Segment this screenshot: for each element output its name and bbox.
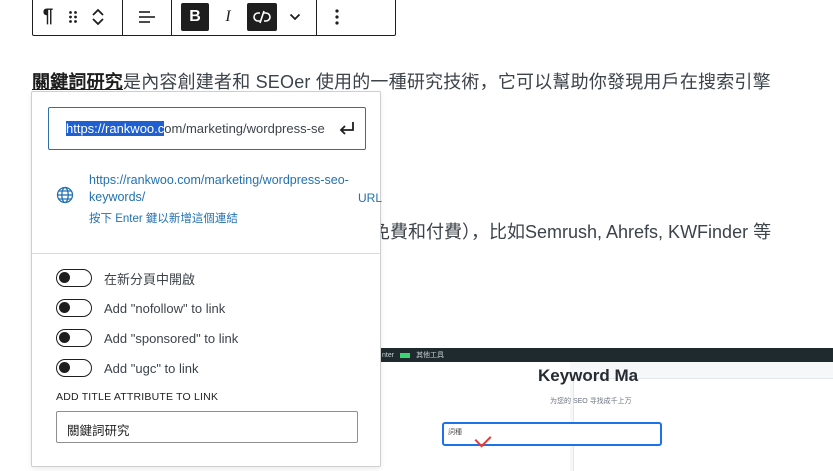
toggle-switch[interactable] — [56, 329, 92, 347]
url-input[interactable]: https://rankwoo.com/marketing/wordpress-… — [48, 107, 366, 150]
drag-handle[interactable] — [66, 3, 80, 31]
embed-status-badge — [400, 352, 411, 358]
toggle-label: Add "sponsored" to link — [104, 330, 239, 346]
bold-button[interactable]: B — [181, 3, 209, 31]
block-toolbar: ¶ B I — [32, 0, 396, 36]
paragraph-text-line2[interactable]: 免費和付費），比如Semrush, Ahrefs, KWFinder 等 — [372, 218, 771, 244]
title-attribute-label: ADD TITLE ATTRIBUTE TO LINK — [56, 391, 219, 403]
toggle-open-new-tab[interactable]: 在新分頁中開啟 — [56, 268, 195, 288]
paragraph-block-button[interactable]: ¶ — [36, 3, 60, 31]
unlink-icon — [253, 10, 271, 24]
url-selected-text: https://rankwoo.c — [66, 121, 165, 136]
format-group: B I — [172, 0, 310, 35]
chevron-down-icon — [289, 13, 301, 21]
url-rest-text: om/marketing/wordpress-se — [164, 121, 325, 136]
align-group — [123, 0, 171, 35]
embed-title: Keyword Ma — [538, 366, 639, 385]
toggle-switch[interactable] — [56, 359, 92, 377]
more-vertical-icon — [335, 9, 339, 25]
embed-topbar-text: 其他工具 — [416, 352, 445, 359]
linked-text[interactable]: 關鍵詞研究 — [32, 72, 123, 92]
embed-subtitle: 为您的 SEO 寻找成千上万 — [550, 398, 632, 405]
enter-icon — [339, 122, 354, 135]
paragraph-icon: ¶ — [42, 6, 54, 27]
chevron-down-icon — [92, 18, 104, 26]
toggle-label: Add "ugc" to link — [104, 360, 199, 376]
title-attribute-input[interactable]: 關鍵詞研究 — [56, 411, 358, 443]
suggestion-type: URL — [358, 191, 383, 205]
paragraph-rest: 是內容創建者和 SEOer 使用的一種研究技術，它可以幫助你發現用戶在搜索引擎 — [123, 72, 771, 92]
toggle-ugc[interactable]: Add "ugc" to link — [56, 358, 199, 378]
options-button[interactable] — [325, 3, 349, 31]
bold-label: B — [189, 8, 201, 25]
more-formats-button[interactable] — [283, 3, 307, 31]
toggle-label: 在新分頁中開啟 — [104, 271, 196, 287]
italic-label: I — [225, 8, 231, 25]
suggestion-hint: 按下 Enter 鍵以新增這個連結 — [89, 213, 238, 225]
toggle-sponsored[interactable]: Add "sponsored" to link — [56, 328, 238, 348]
embed-input: 詞種 — [442, 422, 662, 446]
globe-icon — [56, 186, 74, 209]
toggle-nofollow[interactable]: Add "nofollow" to link — [56, 298, 225, 318]
embedded-screenshot-image[interactable]: nter 其他工具 Keyword Ma 为您的 SEO 寻找成千上万 詞種 — [380, 348, 833, 471]
link-suggestion[interactable]: https://rankwoo.com/marketing/wordpress-… — [56, 172, 382, 232]
toggle-switch[interactable] — [56, 269, 92, 287]
options-group — [317, 0, 357, 35]
embed-topbar: nter 其他工具 — [380, 348, 833, 362]
toggle-label: Add "nofollow" to link — [104, 300, 226, 316]
url-input-value[interactable]: https://rankwoo.com/marketing/wordpress-… — [66, 121, 328, 136]
italic-button[interactable]: I — [215, 3, 241, 31]
link-popover: https://rankwoo.com/marketing/wordpress-… — [31, 91, 382, 467]
unlink-button[interactable] — [247, 3, 277, 31]
chevron-up-icon — [92, 8, 104, 16]
toggle-switch[interactable] — [56, 299, 92, 317]
embed-topbar-text: nter — [382, 351, 395, 359]
submit-link-button[interactable] — [338, 120, 356, 141]
suggestion-url: https://rankwoo.com/marketing/wordpress-… — [89, 173, 349, 204]
drag-handle-icon — [69, 11, 77, 23]
block-type-group: ¶ — [33, 0, 113, 35]
move-up-down-button[interactable] — [86, 3, 110, 31]
align-left-icon — [139, 11, 155, 23]
align-button[interactable] — [134, 3, 160, 31]
popover-divider — [32, 253, 380, 254]
